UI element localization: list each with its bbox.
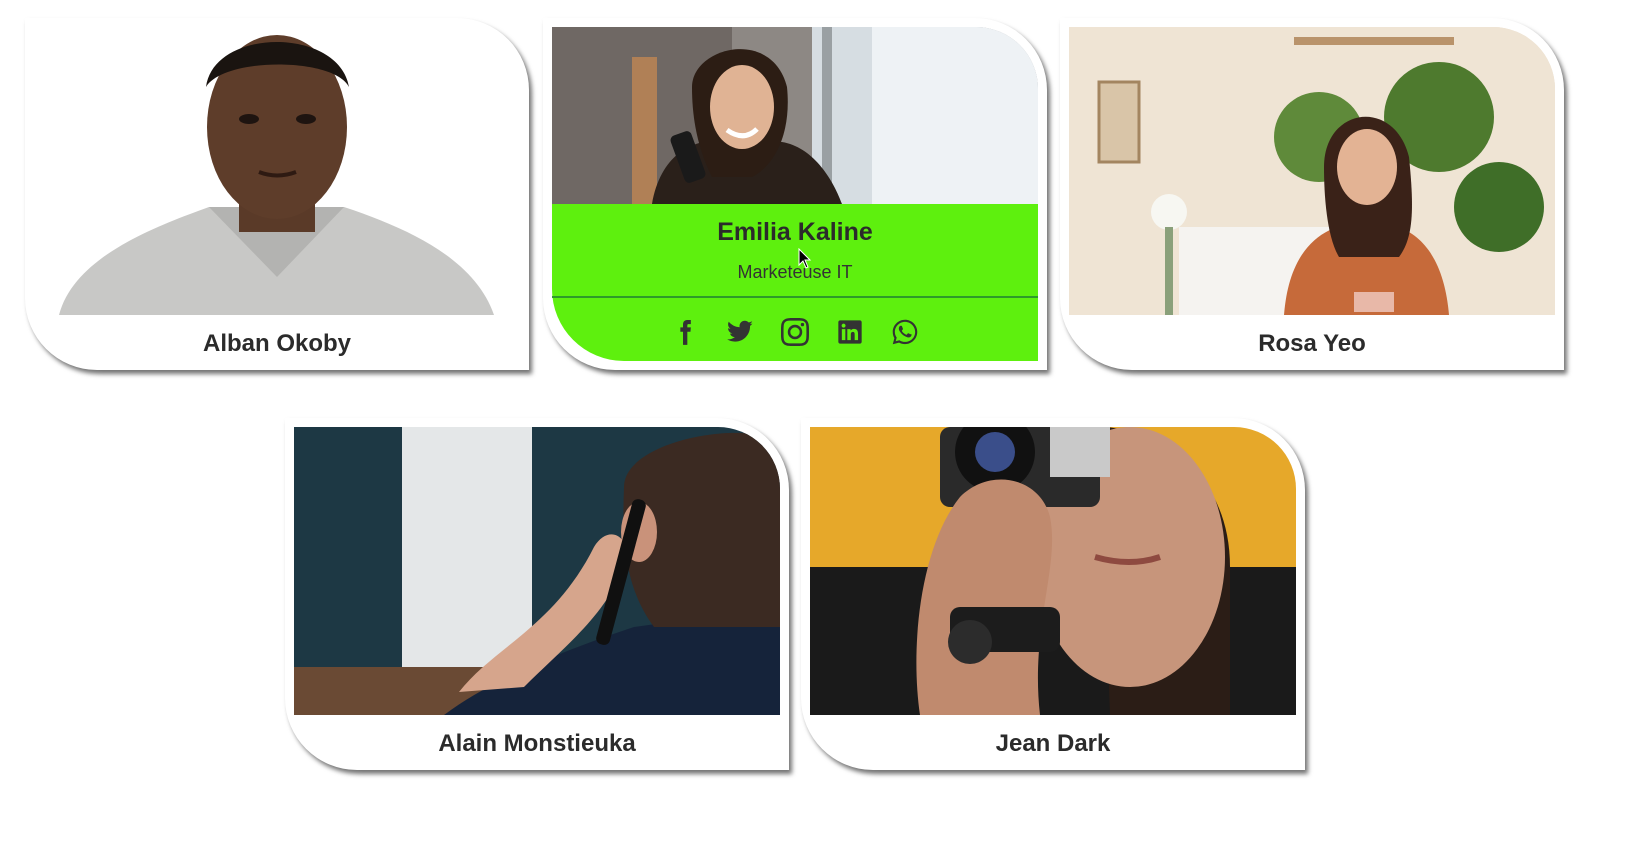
member-name: Rosa Yeo [1258,330,1366,357]
mouse-cursor-icon [798,248,812,269]
photo-jean-dark [810,427,1296,715]
team-card-alain-monstieuka[interactable]: Alain Monstieuka [285,418,789,770]
team-grid: Alban Okoby Emilia Kaline Marketeuse IT [0,0,1630,858]
panel-divider [552,296,1038,298]
facebook-icon[interactable] [670,317,700,347]
twitter-icon[interactable] [725,317,755,347]
member-role: Marketeuse IT [737,262,853,282]
member-name: Jean Dark [995,730,1111,757]
photo-alban-okoby [34,27,520,315]
social-links [552,317,1038,347]
member-name: Alain Monstieuka [438,730,636,757]
member-name: Alban Okoby [202,330,352,357]
member-details-panel: Emilia Kaline Marketeuse IT [552,204,1038,361]
photo-emilia-kaline [552,27,1038,204]
photo-rosa-yeo [1069,27,1555,315]
team-card-jean-dark[interactable]: Jean Dark [801,418,1305,770]
team-card-emilia-kaline[interactable]: Emilia Kaline Marketeuse IT [543,18,1047,370]
member-name: Emilia Kaline [717,218,873,246]
team-card-rosa-yeo[interactable]: Rosa Yeo [1060,18,1564,370]
whatsapp-icon[interactable] [890,317,920,347]
photo-alain-monstieuka [294,427,780,715]
linkedin-icon[interactable] [835,317,865,347]
team-card-alban-okoby[interactable]: Alban Okoby [25,18,529,370]
instagram-icon[interactable] [780,317,810,347]
